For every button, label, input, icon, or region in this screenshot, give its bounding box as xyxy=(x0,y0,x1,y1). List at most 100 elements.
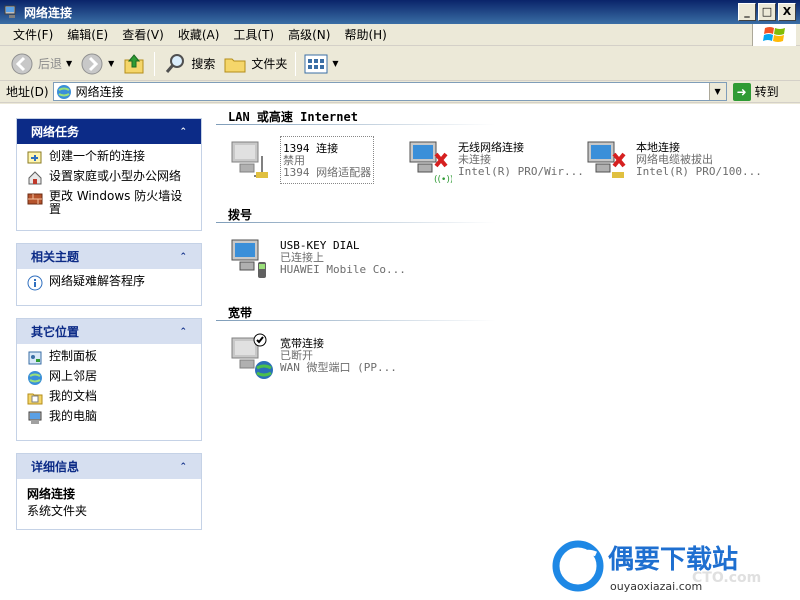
computer-icon xyxy=(28,411,42,424)
menu-edit[interactable]: 编辑(E) xyxy=(60,26,115,43)
address-bar: 地址(D) 网络连接 ▼ ➜ 转到 xyxy=(0,81,800,103)
task-network-troubleshooter[interactable]: 网络疑难解答程序 xyxy=(27,275,193,291)
connection-wireless[interactable]: ((•)) 无线网络连接 未连接 Intel(R) PRO/Wir... xyxy=(404,136,584,184)
other-places-panel: 其它位置 ⌃ 控制面板 网上邻居 我的文档 我的电脑 xyxy=(16,318,202,441)
task-firewall-settings[interactable]: 更改 Windows 防火墙设置 xyxy=(27,190,193,216)
task-home-network[interactable]: 设置家庭或小型办公网络 xyxy=(27,170,193,186)
task-create-connection[interactable]: 创建一个新的连接 xyxy=(27,150,193,166)
forward-button[interactable]: ▼ xyxy=(76,50,118,78)
menu-tools[interactable]: 工具(T) xyxy=(226,26,281,43)
windows-logo-icon xyxy=(752,24,796,46)
address-input[interactable]: 网络连接 ▼ xyxy=(52,82,727,101)
collapse-icon[interactable]: ⌃ xyxy=(179,127,187,137)
connection-device: Intel(R) PRO/Wir... xyxy=(458,165,584,178)
connection-usb-key-dial[interactable]: USB-KEY DIAL 已连接上 HUAWEI Mobile Co... xyxy=(226,234,406,282)
chevron-down-icon[interactable]: ▼ xyxy=(108,59,114,68)
content-area: 网络任务 ⌃ 创建一个新的连接 设置家庭或小型办公网络 更改 Windows 防… xyxy=(0,104,800,600)
site-watermark-logo: 偶要下载站 CTO.com ouyaoxiazai.com xyxy=(552,540,761,593)
toolbar-separator xyxy=(154,51,156,76)
search-button[interactable]: 搜索 xyxy=(159,50,219,78)
minimize-button[interactable]: _ xyxy=(738,3,756,21)
network-tasks-header[interactable]: 网络任务 ⌃ xyxy=(17,119,201,144)
menu-help[interactable]: 帮助(H) xyxy=(337,26,393,43)
back-button[interactable]: 后退 ▼ xyxy=(6,50,76,78)
toolbar: 后退 ▼ ▼ 搜索 文件夹 ▼ xyxy=(0,47,800,81)
group-title-broadband: 宽带 xyxy=(228,306,253,320)
menu-file[interactable]: 文件(F) xyxy=(6,26,60,43)
details-header[interactable]: 详细信息 ⌃ xyxy=(17,454,201,479)
watermark-url: ouyaoxiazai.com xyxy=(610,580,702,593)
details-type: 系统文件夹 xyxy=(27,504,88,518)
back-arrow-icon xyxy=(11,53,33,74)
connection-local[interactable]: 本地连接 网络电缆被拔出 Intel(R) PRO/100... xyxy=(582,136,762,184)
menu-bar: 文件(F) 编辑(E) 查看(V) 收藏(A) 工具(T) 高级(N) 帮助(H… xyxy=(0,24,800,46)
svg-text:((•)): ((•)) xyxy=(434,175,452,184)
panel-title: 其它位置 xyxy=(31,325,80,339)
local-connection-unplugged-icon xyxy=(587,141,626,178)
views-button[interactable]: ▼ xyxy=(300,50,342,78)
close-button[interactable]: X xyxy=(778,3,796,21)
collapse-icon[interactable]: ⌃ xyxy=(179,252,187,262)
address-dropdown-icon[interactable]: ▼ xyxy=(708,83,726,100)
folder-icon xyxy=(224,58,246,72)
info-icon xyxy=(27,275,43,291)
network-icon xyxy=(56,84,71,99)
chevron-down-icon[interactable]: ▼ xyxy=(332,59,338,68)
control-panel-icon xyxy=(28,351,42,365)
go-button[interactable]: ➜ 转到 xyxy=(732,82,779,101)
other-places-header[interactable]: 其它位置 ⌃ xyxy=(17,319,201,344)
network-connection-disabled-icon xyxy=(231,141,268,178)
group-divider xyxy=(216,222,496,223)
search-label: 搜索 xyxy=(191,57,216,71)
connection-device: 1394 网络适配器 xyxy=(283,166,372,179)
new-connection-icon xyxy=(27,151,42,164)
group-title-lan: LAN 或高速 Internet xyxy=(228,110,358,124)
dialup-modem-icon xyxy=(231,239,266,278)
connection-device: WAN 微型端口 (PP... xyxy=(280,361,397,374)
go-label: 转到 xyxy=(754,85,779,99)
place-control-panel[interactable]: 控制面板 xyxy=(27,350,193,366)
home-network-icon xyxy=(28,171,42,185)
chevron-down-icon[interactable]: ▼ xyxy=(66,59,72,68)
broadband-connection-icon xyxy=(231,333,273,379)
details-panel: 详细信息 ⌃ 网络连接 系统文件夹 xyxy=(16,453,202,530)
group-divider xyxy=(216,320,496,321)
collapse-icon[interactable]: ⌃ xyxy=(179,462,187,472)
place-my-computer[interactable]: 我的电脑 xyxy=(27,410,193,426)
place-my-documents[interactable]: 我的文档 xyxy=(27,390,193,406)
network-folder-icon xyxy=(4,5,16,18)
panel-title: 相关主题 xyxy=(31,250,80,264)
related-topics-panel: 相关主题 ⌃ 网络疑难解答程序 xyxy=(16,243,202,306)
toolbar-separator xyxy=(295,51,297,76)
folder-up-icon xyxy=(124,53,144,73)
menu-advanced[interactable]: 高级(N) xyxy=(281,26,337,43)
wireless-connection-icon: ((•)) xyxy=(409,141,452,184)
group-title-dialup: 拨号 xyxy=(228,208,253,222)
maximize-button[interactable]: □ xyxy=(758,3,776,21)
watermark-overlay: CTO.com xyxy=(692,570,761,586)
window-title: 网络连接 xyxy=(24,5,73,20)
address-label: 地址(D) xyxy=(6,85,49,99)
panel-title: 详细信息 xyxy=(31,460,80,474)
related-topics-header[interactable]: 相关主题 ⌃ xyxy=(17,244,201,269)
group-divider xyxy=(216,124,496,125)
up-button[interactable] xyxy=(118,50,150,78)
collapse-icon[interactable]: ⌃ xyxy=(179,327,187,337)
connection-broadband[interactable]: 宽带连接 已断开 WAN 微型端口 (PP... xyxy=(226,332,397,380)
title-bar[interactable]: 网络连接 _ □ X xyxy=(0,0,800,24)
window-controls: _ □ X xyxy=(738,3,796,21)
menu-favorites[interactable]: 收藏(A) xyxy=(171,26,227,43)
views-icon xyxy=(304,54,328,73)
folders-button[interactable]: 文件夹 xyxy=(219,50,291,78)
connection-device: Intel(R) PRO/100... xyxy=(636,165,762,178)
firewall-icon xyxy=(27,193,43,205)
connection-1394[interactable]: 1394 连接 禁用 1394 网络适配器 xyxy=(226,136,375,184)
search-icon xyxy=(166,53,185,73)
place-network-neighborhood[interactable]: 网上邻居 xyxy=(27,370,193,386)
go-arrow-icon: ➜ xyxy=(732,82,751,101)
address-value: 网络连接 xyxy=(75,85,124,99)
network-tasks-panel: 网络任务 ⌃ 创建一个新的连接 设置家庭或小型办公网络 更改 Windows 防… xyxy=(16,118,202,231)
menu-view[interactable]: 查看(V) xyxy=(115,26,171,43)
panel-title: 网络任务 xyxy=(31,125,80,139)
task-pane: 网络任务 ⌃ 创建一个新的连接 设置家庭或小型办公网络 更改 Windows 防… xyxy=(16,118,202,542)
